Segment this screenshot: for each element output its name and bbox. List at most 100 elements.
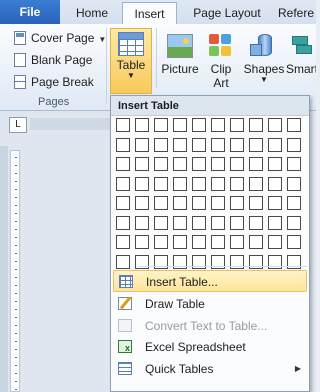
grid-cell[interactable] [192,176,206,191]
grid-cell[interactable] [287,157,301,171]
grid-cell[interactable] [230,157,244,171]
grid-cell[interactable] [230,176,244,191]
grid-cell[interactable] [287,118,301,132]
grid-cell[interactable] [135,118,149,132]
menu-item-draw-table[interactable]: Draw Table [113,293,307,315]
grid-cell[interactable] [211,118,225,132]
smartart-icon [292,34,314,58]
menu-item-convert-text-to-table[interactable]: Convert Text to Table... [113,315,307,337]
grid-cell[interactable] [154,215,168,230]
excel-spreadsheet-icon [118,340,132,353]
grid-cell[interactable] [268,137,282,152]
table-button[interactable]: Table ▼ [110,28,152,94]
grid-cell[interactable] [116,118,130,132]
tab-home[interactable]: Home [64,2,120,24]
grid-cell[interactable] [287,176,301,191]
tab-references[interactable]: Refere [278,2,320,24]
grid-cell[interactable] [268,157,282,171]
grid-cell[interactable] [116,215,130,230]
grid-cell[interactable] [135,157,149,171]
picture-button[interactable]: Picture [160,30,200,76]
blank-page-button[interactable]: Blank Page [14,50,92,70]
cover-page-label: Cover Page [31,31,95,45]
ruler-tick [15,165,17,166]
grid-cell[interactable] [287,196,301,210]
grid-cell[interactable] [116,196,130,210]
grid-cell[interactable] [173,157,187,171]
grid-cell[interactable] [192,196,206,210]
grid-cell[interactable] [116,176,130,191]
grid-cell[interactable] [154,137,168,152]
grid-cell[interactable] [116,137,130,152]
grid-cell[interactable] [173,196,187,210]
grid-cell[interactable] [173,235,187,249]
grid-cell[interactable] [211,137,225,152]
blank-page-label: Blank Page [31,53,93,67]
grid-cell[interactable] [192,118,206,132]
grid-cell[interactable] [287,215,301,230]
grid-cell[interactable] [249,196,263,210]
grid-cell[interactable] [230,215,244,230]
grid-cell[interactable] [173,118,187,132]
grid-cell[interactable] [230,137,244,152]
ruler-tick [15,373,17,374]
grid-cell[interactable] [173,215,187,230]
grid-cell[interactable] [173,176,187,191]
grid-cell[interactable] [154,118,168,132]
tab-selector[interactable]: L [9,117,27,133]
tab-file[interactable]: File [0,0,60,24]
grid-cell[interactable] [192,137,206,152]
smartart-label: Smart [286,62,316,76]
grid-cell[interactable] [192,157,206,171]
grid-cell[interactable] [268,196,282,210]
grid-cell[interactable] [116,157,130,171]
grid-cell[interactable] [192,215,206,230]
grid-cell[interactable] [173,137,187,152]
grid-cell[interactable] [249,176,263,191]
ruler-tick [15,389,17,390]
grid-cell[interactable] [211,215,225,230]
grid-cell[interactable] [154,196,168,210]
ruler-tick [15,253,17,254]
grid-cell[interactable] [211,157,225,171]
grid-cell[interactable] [230,196,244,210]
grid-cell[interactable] [154,235,168,249]
grid-cell[interactable] [211,176,225,191]
grid-cell[interactable] [287,137,301,152]
grid-cell[interactable] [116,254,130,269]
menu-item-label: Draw Table [145,297,205,311]
grid-cell[interactable] [268,118,282,132]
grid-cell[interactable] [230,235,244,249]
grid-cell[interactable] [135,196,149,210]
grid-cell[interactable] [249,215,263,230]
grid-cell[interactable] [249,118,263,132]
shapes-button[interactable]: Shapes ▼ [242,30,286,84]
cover-page-button[interactable]: Cover Page ▼ [14,28,106,48]
grid-cell[interactable] [211,235,225,249]
clip-art-button[interactable]: Clip Art [204,30,238,90]
grid-cell[interactable] [268,176,282,191]
grid-cell[interactable] [135,235,149,249]
grid-cell[interactable] [268,235,282,249]
tab-page-layout[interactable]: Page Layout [184,2,270,24]
grid-cell[interactable] [249,235,263,249]
page-break-button[interactable]: Page Break [14,72,94,92]
grid-cell[interactable] [230,118,244,132]
grid-cell[interactable] [287,235,301,249]
grid-cell[interactable] [135,176,149,191]
menu-item-quick-tables[interactable]: Quick Tables ▶ [113,358,307,380]
menu-item-excel-spreadsheet[interactable]: Excel Spreadsheet [113,336,307,358]
grid-cell[interactable] [154,176,168,191]
tab-insert[interactable]: Insert [122,2,177,25]
grid-cell[interactable] [211,196,225,210]
grid-cell[interactable] [192,235,206,249]
grid-cell[interactable] [116,235,130,249]
menu-item-insert-table[interactable]: Insert Table... [113,270,307,292]
grid-cell[interactable] [268,215,282,230]
grid-cell[interactable] [135,137,149,152]
grid-cell[interactable] [154,157,168,171]
smartart-button[interactable]: Smart [286,30,316,76]
grid-cell[interactable] [135,215,149,230]
grid-cell[interactable] [249,137,263,152]
grid-cell[interactable] [249,157,263,171]
